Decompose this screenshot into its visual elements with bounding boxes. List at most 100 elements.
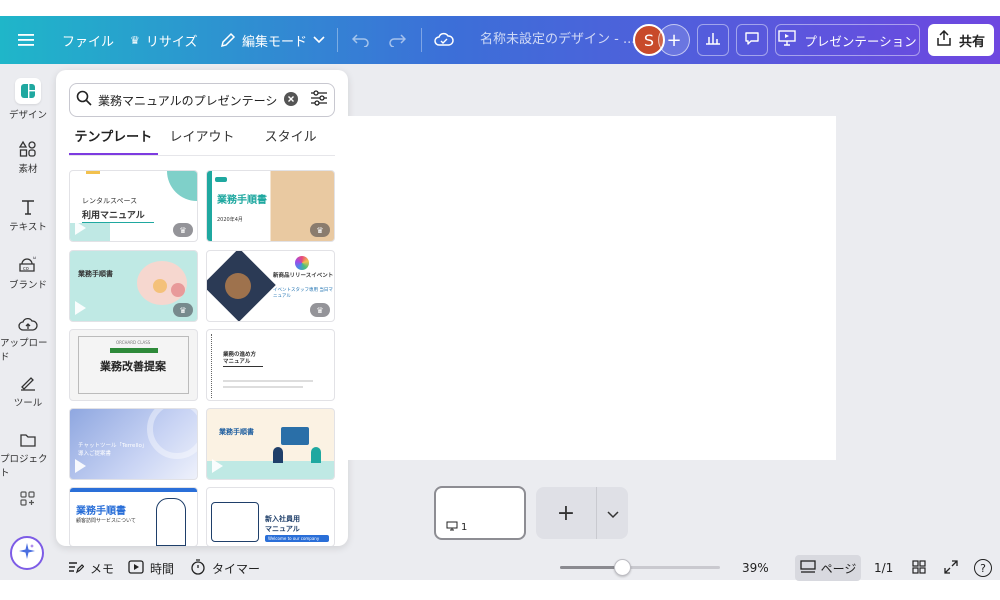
file-menu-label: ファイル bbox=[62, 34, 115, 50]
rail-label-brand: ブランド bbox=[8, 280, 47, 291]
resize-button[interactable]: ♛ リサイズ bbox=[130, 16, 198, 64]
present-label: プレゼンテーション bbox=[804, 33, 917, 49]
rail-item-elements[interactable]: 素材 bbox=[0, 140, 56, 175]
apps-icon bbox=[19, 490, 37, 508]
card-subtitle: 導入ご提案書 bbox=[78, 451, 112, 457]
search-box bbox=[69, 83, 335, 117]
rail-label-projects: プロジェクト bbox=[0, 454, 48, 479]
panel-tabs: テンプレート レイアウト スタイル bbox=[69, 126, 335, 156]
comments-button[interactable] bbox=[736, 24, 768, 56]
template-card[interactable]: 新商品リリースイベント イベントスタッフ専用 当日マニュアル ♛ bbox=[206, 250, 335, 322]
card-title: 利用マニュアル bbox=[82, 211, 145, 221]
zoom-slider-fill bbox=[560, 566, 622, 569]
template-card[interactable]: 新入社員用 マニュアル Welcome to our company bbox=[206, 487, 335, 546]
template-card[interactable]: 業務の進め方 マニュアル bbox=[206, 329, 335, 401]
rail-item-text[interactable]: テキスト bbox=[0, 198, 56, 233]
rail-label-design: デザイン bbox=[8, 110, 47, 121]
rail-item-design[interactable]: デザイン bbox=[0, 78, 56, 121]
chevron-down-icon bbox=[606, 504, 619, 523]
clear-search-icon[interactable] bbox=[284, 91, 298, 110]
card-subtitle: 顧客訪問サービスについて bbox=[76, 518, 136, 524]
cloud-check-icon bbox=[434, 32, 454, 48]
crown-icon: ♛ bbox=[130, 33, 140, 47]
bottom-strip bbox=[0, 580, 1000, 600]
card-subtitle: マニュアル bbox=[223, 359, 251, 365]
card-title: 業務手順書 bbox=[217, 195, 267, 206]
search-icon bbox=[76, 90, 92, 110]
canvas-page[interactable] bbox=[348, 116, 836, 460]
template-card[interactable]: ORCHARD CLASS 業務改善提案 bbox=[69, 329, 198, 401]
document-title[interactable]: 名称未設定のデザイン - ... bbox=[480, 16, 635, 64]
help-button[interactable]: ? bbox=[974, 556, 992, 580]
cloud-save-button[interactable] bbox=[434, 16, 454, 64]
pencil-icon bbox=[220, 32, 236, 48]
menu-button[interactable] bbox=[18, 16, 34, 64]
card-title: 新商品リリースイベント bbox=[273, 273, 334, 279]
rail-item-apps[interactable] bbox=[0, 490, 56, 508]
timer-button[interactable]: タイマー bbox=[190, 556, 260, 580]
zoom-percent[interactable]: 39% bbox=[742, 556, 769, 580]
tab-styles[interactable]: スタイル bbox=[246, 126, 335, 155]
tab-templates[interactable]: テンプレート bbox=[69, 126, 158, 155]
top-toolbar: ファイル ♛ リサイズ 編集モード 名称未設定のデザイン - ... S + プ… bbox=[0, 16, 1000, 64]
rail-item-brand[interactable]: co ブランド bbox=[0, 254, 56, 291]
duration-label: 時間 bbox=[150, 561, 175, 576]
zoom-slider-thumb[interactable] bbox=[614, 559, 631, 576]
divider bbox=[337, 28, 338, 52]
notes-button[interactable]: メモ bbox=[68, 556, 114, 580]
present-button[interactable]: プレゼンテーション bbox=[775, 24, 920, 56]
notes-label: メモ bbox=[90, 561, 115, 576]
redo-icon bbox=[388, 33, 406, 47]
file-menu[interactable]: ファイル bbox=[62, 16, 114, 64]
grid-view-icon bbox=[912, 559, 926, 577]
card-subtitle: マニュアル bbox=[265, 525, 300, 533]
add-page-button[interactable]: + bbox=[536, 487, 596, 539]
card-subtitle: イベントスタッフ専用 当日マニュアル bbox=[273, 288, 333, 299]
template-card[interactable]: 業務手順書 ♛ bbox=[69, 250, 198, 322]
redo-button[interactable] bbox=[388, 16, 406, 64]
template-card[interactable]: 業務手順書 bbox=[206, 408, 335, 480]
rail-label-elements: 素材 bbox=[18, 164, 38, 175]
magic-assistant-button[interactable] bbox=[10, 536, 44, 570]
undo-button[interactable] bbox=[352, 16, 370, 64]
left-rail: デザイン 素材 テキスト co ブランド アップロード ツール プロジェクト bbox=[0, 64, 56, 580]
elements-icon bbox=[19, 140, 37, 158]
template-card[interactable]: 業務手順書 顧客訪問サービスについて bbox=[69, 487, 198, 546]
zoom-slider[interactable] bbox=[560, 559, 720, 576]
card-title: チャットツール「Terrello」 bbox=[78, 443, 148, 449]
presentation-small-icon bbox=[446, 521, 458, 534]
duration-button[interactable]: 時間 bbox=[128, 556, 174, 580]
rail-item-tools[interactable]: ツール bbox=[0, 374, 56, 409]
add-collaborator-button[interactable]: + bbox=[658, 24, 690, 56]
grid-view-button[interactable] bbox=[912, 556, 926, 580]
design-icon bbox=[15, 78, 41, 104]
help-icon: ? bbox=[974, 559, 992, 577]
folder-icon bbox=[19, 432, 37, 448]
card-subtitle: レンタルスペース bbox=[82, 197, 138, 205]
edit-mode-dropdown[interactable]: 編集モード bbox=[220, 16, 325, 64]
page-thumbnail[interactable]: 1 bbox=[434, 486, 526, 540]
insights-button[interactable] bbox=[697, 24, 729, 56]
tools-icon bbox=[19, 374, 37, 392]
fullscreen-button[interactable] bbox=[944, 556, 958, 580]
templates-panel: テンプレート レイアウト スタイル レンタルスペース 利用マニュアル ♛ 業務手… bbox=[56, 70, 348, 546]
add-page-options-button[interactable] bbox=[596, 487, 628, 539]
template-card[interactable]: チャットツール「Terrello」 導入ご提案書 bbox=[69, 408, 198, 480]
card-title: 新入社員用 bbox=[265, 515, 300, 523]
card-badge: Welcome to our company bbox=[268, 536, 320, 541]
fullscreen-icon bbox=[944, 559, 958, 577]
card-title: 業務手順書 bbox=[76, 506, 126, 517]
share-button[interactable]: 共有 bbox=[928, 24, 994, 56]
template-card[interactable]: レンタルスペース 利用マニュアル ♛ bbox=[69, 170, 198, 242]
page-view-button[interactable]: ページ bbox=[795, 555, 861, 581]
rail-item-upload[interactable]: アップロード bbox=[0, 316, 56, 363]
search-input[interactable] bbox=[98, 93, 278, 107]
upload-icon bbox=[18, 316, 38, 332]
filter-icon[interactable] bbox=[310, 90, 328, 110]
template-card[interactable]: 業務手順書 2020年4月 ♛ bbox=[206, 170, 335, 242]
share-label: 共有 bbox=[958, 34, 985, 50]
rail-item-projects[interactable]: プロジェクト bbox=[0, 432, 56, 479]
tab-layouts[interactable]: レイアウト bbox=[158, 126, 247, 155]
comment-icon bbox=[744, 30, 760, 50]
play-icon bbox=[212, 221, 223, 235]
